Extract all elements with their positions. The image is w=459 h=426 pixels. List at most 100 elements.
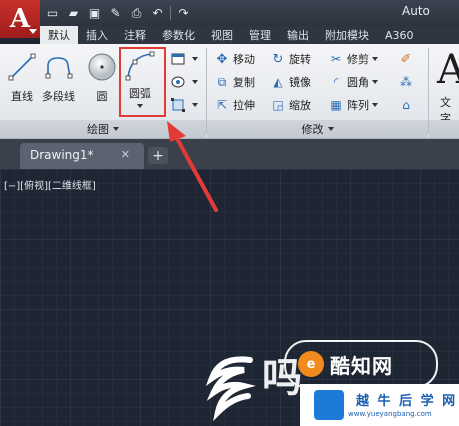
hatch-tool[interactable]	[170, 73, 198, 91]
copy-tool[interactable]: ⧉ 复制	[214, 73, 255, 91]
move-label: 移动	[233, 53, 255, 66]
line-button-label: 直线	[11, 90, 33, 103]
toolbar-separator	[170, 6, 171, 20]
rectangle-tool[interactable]	[170, 50, 198, 68]
trim-icon: ✂	[330, 52, 342, 66]
modify-column-3: ✂ 修剪 ◜ 圆角 ▦ 阵列	[328, 50, 378, 114]
modify-column-4: ✐ ⁂ ⌂	[398, 50, 417, 114]
viewport-controls[interactable]: [−][俯视][二维线框]	[4, 177, 96, 192]
polyline-icon	[43, 48, 75, 86]
autocad-logo-icon: A	[9, 4, 31, 34]
chevron-down-icon[interactable]	[192, 80, 198, 84]
title-bar: ▭ ▰ ▣ ✎ ⎙ ↶ ↷ Auto	[0, 0, 459, 26]
region-icon	[170, 97, 186, 113]
circle-icon	[86, 48, 118, 86]
autocad-window: ▭ ▰ ▣ ✎ ⎙ ↶ ↷ Auto A 默认 插入 注释 参数化 视图 管理 …	[0, 0, 459, 426]
fillet-label: 圆角	[347, 76, 369, 89]
draw-tools-column	[170, 50, 198, 114]
tab-parametric[interactable]: 参数化	[154, 26, 203, 44]
circle-button-label: 圆	[96, 90, 108, 103]
document-tab-bar: Drawing1* ✕ +	[0, 139, 459, 169]
rotate-tool[interactable]: ↻ 旋转	[270, 50, 311, 68]
kuzhi-watermark: e 酷知网	[284, 340, 438, 388]
array-tool[interactable]: ▦ 阵列	[328, 96, 378, 114]
save-as-icon[interactable]: ✎	[107, 5, 124, 22]
array-label: 阵列	[347, 99, 369, 112]
line-button[interactable]: 直线	[6, 48, 38, 108]
stretch-tool[interactable]: ⇱ 拉伸	[214, 96, 255, 114]
circle-button[interactable]: 圆	[86, 48, 118, 108]
move-tool[interactable]: ✥ 移动	[214, 50, 255, 68]
modify-column-1: ✥ 移动 ⧉ 复制 ⇱ 拉伸	[214, 50, 255, 114]
annotation-panel-title[interactable]	[429, 120, 459, 138]
modify-panel-title[interactable]: 修改	[207, 120, 428, 138]
site-url: www.yueyangbang.com	[348, 410, 432, 418]
save-icon[interactable]: ▣	[86, 5, 103, 22]
tab-view[interactable]: 视图	[203, 26, 241, 44]
copy-label: 复制	[233, 76, 255, 89]
explode-tool[interactable]: ⁂	[398, 73, 417, 91]
polyline-button-label: 多段线	[42, 90, 75, 103]
ribbon-panel-area: 直线 多段线 圆 圆弧 ✥ 移动 ⧉ 复制 ⇱ 拉伸 ↻ 旋转 ◭ 镜像 ◲ 缩…	[0, 44, 459, 139]
kuzhi-logo-icon: e	[298, 351, 324, 377]
application-menu-button[interactable]: A	[0, 0, 40, 38]
chevron-down-icon	[29, 29, 37, 34]
draw-panel-label: 绘图	[87, 123, 109, 136]
document-tab[interactable]: Drawing1* ✕	[20, 143, 144, 169]
document-tab-label: Drawing1*	[30, 148, 94, 162]
fillet-tool[interactable]: ◜ 圆角	[328, 73, 378, 91]
highlight-box	[119, 47, 166, 117]
mirror-icon: ◭	[273, 75, 283, 89]
tab-default[interactable]: 默认	[40, 26, 78, 44]
chevron-down-icon	[327, 127, 334, 131]
trim-tool[interactable]: ✂ 修剪	[328, 50, 378, 68]
stretch-icon: ⇱	[216, 98, 228, 112]
modify-column-2: ↻ 旋转 ◭ 镜像 ◲ 缩放	[270, 50, 311, 114]
chevron-down-icon	[113, 127, 119, 131]
ribbon-tab-bar: 默认 插入 注释 参数化 视图 管理 输出 附加模块 A360	[40, 26, 459, 44]
close-icon[interactable]: ✕	[121, 148, 130, 161]
chevron-down-icon[interactable]	[192, 57, 198, 61]
text-icon[interactable]: A	[437, 50, 459, 90]
offset-tool[interactable]: ⌂	[398, 96, 417, 114]
new-file-icon[interactable]: ▭	[44, 5, 61, 22]
erase-tool[interactable]: ✐	[398, 50, 417, 68]
line-icon	[6, 48, 38, 86]
move-icon: ✥	[216, 51, 228, 67]
rotate-icon: ↻	[272, 51, 284, 67]
draw-panel-title[interactable]: 绘图	[0, 120, 206, 138]
rectangle-icon	[170, 51, 186, 67]
new-tab-button[interactable]: +	[148, 147, 168, 164]
print-icon[interactable]: ⎙	[128, 5, 145, 22]
mirror-tool[interactable]: ◭ 镜像	[270, 73, 311, 91]
modify-panel-label: 修改	[301, 123, 324, 136]
region-tool[interactable]	[170, 96, 198, 114]
tab-insert[interactable]: 插入	[78, 26, 116, 44]
site-logo-icon	[314, 390, 344, 420]
scale-tool[interactable]: ◲ 缩放	[270, 96, 311, 114]
offset-icon: ⌂	[402, 98, 410, 112]
site-watermark: 越 牛 后 学 网 www.yueyangbang.com	[300, 384, 459, 426]
tab-manage[interactable]: 管理	[241, 26, 279, 44]
tab-a360[interactable]: A360	[377, 26, 422, 44]
scale-label: 缩放	[289, 99, 311, 112]
rotate-label: 旋转	[289, 53, 311, 66]
scale-icon: ◲	[272, 98, 284, 112]
polyline-button[interactable]: 多段线	[42, 48, 75, 108]
tab-output[interactable]: 输出	[279, 26, 317, 44]
chevron-down-icon[interactable]	[192, 103, 198, 107]
tab-annotate[interactable]: 注释	[116, 26, 154, 44]
stretch-label: 拉伸	[233, 99, 255, 112]
site-name: 越 牛 后 学 网	[356, 394, 458, 409]
quick-access-toolbar: ▭ ▰ ▣ ✎ ⎙ ↶ ↷	[44, 4, 192, 22]
array-icon: ▦	[330, 98, 342, 112]
open-folder-icon[interactable]: ▰	[65, 5, 82, 22]
swirl-logo-icon	[200, 352, 262, 422]
mirror-label: 镜像	[289, 76, 311, 89]
undo-icon[interactable]: ↶	[149, 5, 166, 22]
chevron-down-icon[interactable]	[372, 57, 378, 61]
chevron-down-icon[interactable]	[372, 103, 378, 107]
redo-icon[interactable]: ↷	[175, 5, 192, 22]
tab-addins[interactable]: 附加模块	[317, 26, 377, 44]
chevron-down-icon[interactable]	[372, 80, 378, 84]
